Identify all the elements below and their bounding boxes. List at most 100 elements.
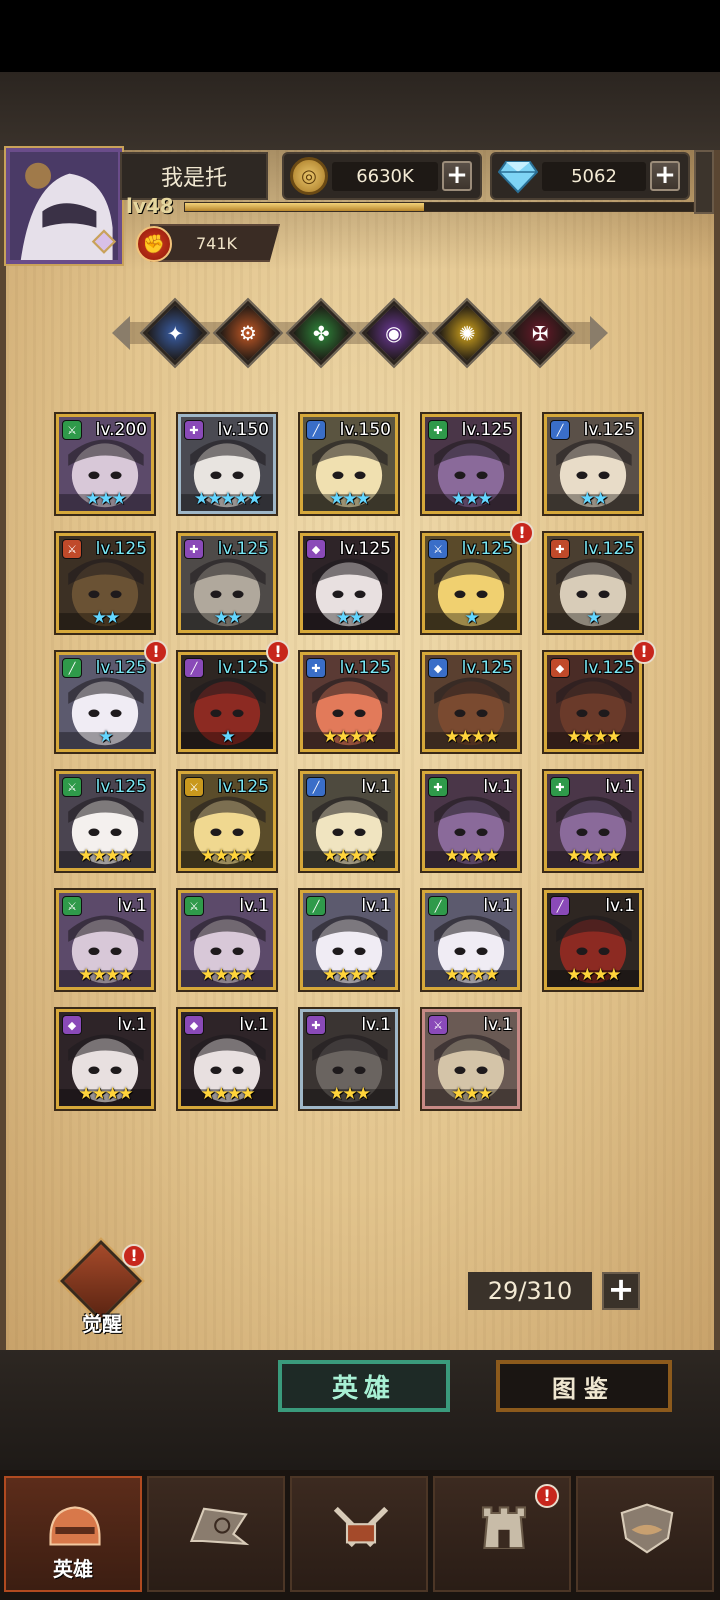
green-blade-faction-icon: ╱ bbox=[62, 658, 82, 678]
hero-card[interactable]: ✚ lv.125 ★★★ bbox=[422, 414, 520, 514]
hero-level: lv.1 bbox=[117, 1015, 147, 1035]
tab-hero[interactable]: 英雄 bbox=[278, 1360, 450, 1412]
purple-drop-faction-icon: ◆ bbox=[306, 539, 326, 559]
hero-stars: ★★ bbox=[91, 608, 120, 628]
hero-level: lv.125 bbox=[95, 658, 147, 678]
hero-card[interactable]: ╱ lv.1 ★★★★ bbox=[544, 890, 642, 990]
hero-stars: ★★★★ bbox=[322, 727, 378, 747]
red-drop-faction-icon: ◆ bbox=[550, 658, 570, 678]
hero-stars: ★★★★ bbox=[566, 846, 622, 866]
mechanic-gear-faction-icon[interactable]: ⚙ bbox=[215, 300, 281, 366]
hero-card[interactable]: ✚ lv.150 ★★★★★ bbox=[178, 414, 276, 514]
filter-glyph: ✦ bbox=[166, 320, 184, 345]
hero-card[interactable]: ✚ lv.1 ★★★★ bbox=[422, 771, 520, 871]
hero-card[interactable]: ⚔ lv.125 ★★★★ bbox=[56, 771, 154, 871]
hero-stars: ★ bbox=[464, 608, 479, 628]
hero-card[interactable]: ╱ lv.1 ★★★★ bbox=[300, 771, 398, 871]
green-sword-faction-icon: ⚔ bbox=[62, 896, 82, 916]
player-avatar[interactable] bbox=[6, 148, 122, 264]
sun-faction-icon[interactable]: ✺ bbox=[434, 300, 500, 366]
hero-card[interactable]: ╱ lv.1 ★★★★ bbox=[422, 890, 520, 990]
hero-card[interactable]: ✚ lv.125 ★★★★ bbox=[300, 652, 398, 752]
hero-level: lv.1 bbox=[483, 896, 513, 916]
awaken-button[interactable]: ! 觉醒 bbox=[56, 1239, 148, 1336]
header-edge bbox=[694, 150, 714, 214]
hero-card[interactable]: ⚔ lv.125 ★★ bbox=[56, 533, 154, 633]
hero-card[interactable]: ⚔ lv.1 ★★★ bbox=[422, 1009, 520, 1109]
hero-card[interactable]: ╱ lv.125 ★ bbox=[178, 652, 276, 752]
hero-card[interactable]: ✚ lv.125 ★ bbox=[544, 533, 642, 633]
nav-castle-tower[interactable]: ! bbox=[433, 1476, 571, 1592]
hero-card[interactable]: ◆ lv.125 ★★ bbox=[300, 533, 398, 633]
hero-stars: ★★ bbox=[335, 608, 364, 628]
hero-card[interactable]: ⚔ lv.200 ★★★ bbox=[56, 414, 154, 514]
awaken-alert-badge: ! bbox=[122, 1244, 146, 1268]
hero-card[interactable]: ╱ lv.150 ★★★ bbox=[300, 414, 398, 514]
hero-stars: ★★★★ bbox=[78, 1084, 134, 1104]
hero-stars: ★★★ bbox=[329, 1084, 371, 1104]
hero-level: lv.1 bbox=[483, 1015, 513, 1035]
hero-level: lv.125 bbox=[583, 658, 635, 678]
hero-card[interactable]: ⚔ lv.1 ★★★★ bbox=[178, 890, 276, 990]
hero-level: lv.125 bbox=[217, 539, 269, 559]
tab-guide[interactable]: 图鉴 bbox=[496, 1360, 672, 1412]
chevron-right-icon[interactable] bbox=[590, 316, 608, 350]
hero-stars: ★★★★ bbox=[322, 846, 378, 866]
holy-sword-faction-icon[interactable]: ✦ bbox=[142, 300, 208, 366]
purple-drop-faction-icon: ◆ bbox=[62, 1015, 82, 1035]
hero-stars: ★★★ bbox=[85, 489, 127, 509]
hero-level: lv.1 bbox=[239, 896, 269, 916]
hero-card[interactable]: ╱ lv.1 ★★★★ bbox=[300, 890, 398, 990]
hero-card[interactable]: ✚ lv.1 ★★★ bbox=[300, 1009, 398, 1109]
expand-hero-slots-button[interactable]: + bbox=[602, 1272, 640, 1310]
hero-card[interactable]: ◆ lv.1 ★★★★ bbox=[178, 1009, 276, 1109]
demon-faction-icon[interactable]: ✠ bbox=[507, 300, 573, 366]
hero-card[interactable]: ⚔ lv.125 ★ bbox=[422, 533, 520, 633]
hero-card[interactable]: ⚔ lv.125 ★★★★ bbox=[178, 771, 276, 871]
chevron-left-icon[interactable] bbox=[112, 316, 130, 350]
green-sword-faction-icon: ⚔ bbox=[62, 777, 82, 797]
upper-frame bbox=[0, 72, 720, 150]
green-blade-faction-icon: ╱ bbox=[306, 896, 326, 916]
green-cross-faction-icon: ✚ bbox=[428, 420, 448, 440]
hero-level: lv.1 bbox=[605, 777, 635, 797]
purple-cross-faction-icon: ✚ bbox=[184, 420, 204, 440]
hero-level: lv.125 bbox=[461, 539, 513, 559]
hero-card[interactable]: ✚ lv.125 ★★ bbox=[178, 533, 276, 633]
hero-level: lv.1 bbox=[605, 896, 635, 916]
hero-card[interactable]: ✚ lv.1 ★★★★ bbox=[544, 771, 642, 871]
hero-stars: ★★★★ bbox=[444, 727, 500, 747]
hero-card[interactable]: ◆ lv.1 ★★★★ bbox=[56, 1009, 154, 1109]
hero-stars: ★★★★ bbox=[566, 727, 622, 747]
hero-level: lv.125 bbox=[217, 777, 269, 797]
crossed-swords-icon bbox=[333, 1506, 389, 1548]
hero-stars: ★ bbox=[220, 727, 235, 747]
hero-level: lv.125 bbox=[217, 658, 269, 678]
filter-glyph: ✤ bbox=[312, 320, 330, 345]
hero-level: lv.1 bbox=[483, 777, 513, 797]
nav-helmet[interactable]: 英雄 bbox=[4, 1476, 142, 1592]
add-gold-button[interactable]: + bbox=[442, 161, 472, 191]
nav-crossed-swords[interactable] bbox=[290, 1476, 428, 1592]
hero-card[interactable]: ╱ lv.125 ★★ bbox=[544, 414, 642, 514]
nature-clover-faction-icon[interactable]: ✤ bbox=[288, 300, 354, 366]
nav-alert-badge: ! bbox=[535, 1484, 559, 1508]
add-gems-button[interactable]: + bbox=[650, 161, 680, 191]
purple-sword-faction-icon: ⚔ bbox=[428, 1015, 448, 1035]
nav-handshake-shield[interactable] bbox=[576, 1476, 714, 1592]
hero-card[interactable]: ◆ lv.125 ★★★★ bbox=[422, 652, 520, 752]
hero-level: lv.1 bbox=[361, 896, 391, 916]
arcane-eye-faction-icon[interactable]: ◉ bbox=[361, 300, 427, 366]
green-cross-faction-icon: ✚ bbox=[428, 777, 448, 797]
gold-currency: ◎ 6630K + bbox=[282, 152, 482, 200]
blue-blade-faction-icon: ╱ bbox=[306, 420, 326, 440]
hero-level: lv.125 bbox=[583, 539, 635, 559]
green-sword-faction-icon: ⚔ bbox=[62, 420, 82, 440]
hero-card[interactable]: ⚔ lv.1 ★★★★ bbox=[56, 890, 154, 990]
hero-card[interactable]: ╱ lv.125 ★ bbox=[56, 652, 154, 752]
hero-level: lv.1 bbox=[361, 777, 391, 797]
hero-card[interactable]: ◆ lv.125 ★★★★ bbox=[544, 652, 642, 752]
hero-level: lv.125 bbox=[339, 658, 391, 678]
hero-level: lv.125 bbox=[339, 539, 391, 559]
nav-flag[interactable] bbox=[147, 1476, 285, 1592]
